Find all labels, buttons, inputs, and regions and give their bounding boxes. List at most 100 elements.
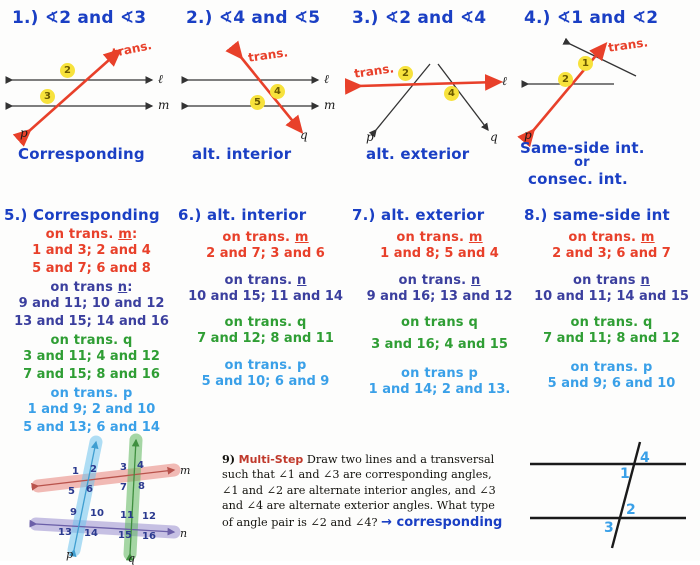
- question-9: 9) Multi-Step Draw two lines and a trans…: [222, 452, 507, 532]
- trans-line: p: [297, 357, 307, 373]
- pair-row: 5 and 9; 6 and 10: [547, 375, 676, 391]
- pair-row: 1 and 3; 2 and 4: [32, 243, 151, 258]
- angle-number: 10: [90, 508, 104, 519]
- trans-pre: on trans.: [398, 272, 472, 288]
- pair-row: 3 and 11; 4 and 12: [23, 349, 160, 365]
- angle-badge-2: 2: [558, 72, 573, 87]
- pair-row: 2 and 3; 6 and 7: [552, 246, 671, 261]
- pair-row: 2 and 7; 3 and 6: [206, 246, 325, 261]
- trans-pre: on trans.: [50, 333, 124, 349]
- trans-pre: on trans: [573, 272, 641, 288]
- pair-row: 1 and 8; 5 and 4: [380, 246, 499, 261]
- angle-badge-5: 5: [250, 95, 265, 110]
- line-label-p: p: [20, 126, 28, 140]
- problem-3-figure: 2 4 ℓ p q trans.: [344, 42, 516, 144]
- answer-list-8-heading: 8.) same-side int: [524, 206, 670, 224]
- pair-row: 7 and 12; 8 and 11: [197, 331, 334, 347]
- problem-1-answer: Corresponding: [18, 145, 145, 163]
- angle-number: 1: [72, 466, 79, 477]
- answer-angle-number-3: 3: [604, 520, 614, 536]
- question-9-answer: → corresponding: [381, 514, 503, 530]
- problem-2-prompt: 2.) ∢4 and ∢5: [186, 8, 321, 28]
- pair-row: 7 and 11; 8 and 12: [543, 331, 680, 347]
- answer-list-5-heading: 5.) Corresponding: [4, 206, 160, 224]
- multi-step-tag: Multi-Step: [238, 453, 304, 466]
- trans-pre: on trans: [50, 280, 118, 296]
- pair-row: 13 and 15; 14 and 16: [14, 313, 169, 329]
- trans-pre: on trans.: [570, 359, 644, 375]
- trans-post: :: [131, 227, 138, 242]
- pair-row: 7 and 15; 8 and 16: [23, 366, 160, 382]
- trans-pre: on trans.: [396, 230, 469, 245]
- angle-badge-2: 2: [398, 66, 413, 81]
- angle-number: 9: [70, 507, 77, 518]
- answer-angle-number-4: 4: [640, 450, 650, 466]
- pair-row: 5 and 10; 6 and 9: [201, 373, 330, 389]
- answer-list-8: 8.) same-side int on trans. m 2 and 3; 6…: [524, 206, 699, 392]
- trans-label-n: on trans. n: [178, 273, 353, 288]
- line-label-l: ℓ: [158, 72, 163, 86]
- angle-number: 14: [84, 528, 98, 539]
- problem-1-prompt: 1.) ∢2 and ∢3: [12, 8, 147, 28]
- trans-pre: on trans.: [224, 315, 298, 331]
- trans-line: m: [294, 230, 309, 245]
- trans-label-q: on trans. q: [178, 315, 353, 330]
- line-label-q: q: [490, 130, 498, 144]
- trans-line: m: [118, 227, 132, 242]
- trans-line: q: [297, 315, 307, 331]
- line-label-l: ℓ: [502, 74, 507, 88]
- trans-label-m: on trans. m: [178, 230, 353, 245]
- trans-pre: on trans: [401, 315, 469, 331]
- line-label-m: m: [158, 98, 170, 112]
- sixteen-angle-figure: 1 2 3 4 5 6 7 8 9 10 11 12 13 14 15 16 m…: [22, 428, 212, 565]
- answer-angle-number-1: 1: [620, 466, 630, 482]
- trans-pre: on trans.: [222, 230, 295, 245]
- answer-list-6-heading: 6.) alt. interior: [178, 206, 307, 224]
- angle-badge-1: 1: [578, 56, 593, 71]
- line-label-m: m: [180, 464, 191, 477]
- trans-label-m: on trans. m:: [4, 227, 179, 242]
- answer-list-6: 6.) alt. interior on trans. m 2 and 7; 3…: [178, 206, 353, 390]
- trans-line: n: [117, 280, 128, 296]
- line-label-n: n: [180, 527, 188, 540]
- problem-3-prompt: 3.) ∢2 and ∢4: [352, 8, 487, 28]
- trans-line: p: [123, 386, 133, 402]
- angle-number: 4: [137, 460, 144, 471]
- line-label-m: m: [324, 98, 336, 112]
- angle-badge-4: 4: [444, 86, 459, 101]
- pair-row: 5 and 7; 6 and 8: [32, 260, 151, 276]
- trans-label-q: on trans. q: [524, 315, 699, 330]
- angle-number: 16: [142, 531, 156, 542]
- angle-number: 12: [142, 511, 156, 522]
- answer-list-7: 7.) alt. exterior on trans. m 1 and 8; 5…: [352, 206, 527, 398]
- trans-pre: on trans.: [224, 357, 298, 373]
- trans-line: n: [471, 272, 481, 288]
- question-9-number: 9): [222, 452, 236, 466]
- line-label-q: q: [128, 552, 136, 565]
- pair-row: 9 and 11; 10 and 12: [18, 296, 165, 312]
- worksheet-page: 1.) ∢2 and ∢3 2 3 ℓ m p trans. Correspon…: [0, 0, 700, 565]
- trans-label-p: on trans p: [352, 366, 527, 381]
- trans-pre: on trans.: [45, 227, 119, 242]
- trans-line: p: [468, 365, 478, 381]
- problem-3: 3.) ∢2 and ∢4 2 4 ℓ p q trans. alt. exte…: [344, 0, 516, 200]
- angle-number: 15: [118, 530, 132, 541]
- trans-line: n: [297, 272, 307, 288]
- pair-row: 3 and 16; 4 and 15: [371, 337, 508, 353]
- pair-row: 10 and 11; 14 and 15: [534, 288, 689, 304]
- trans-label-q: on trans. q: [4, 333, 179, 348]
- problem-4-answer-line3: consec. int.: [528, 170, 628, 188]
- trans-label-p: on trans. p: [524, 360, 699, 375]
- trans-pre: on trans: [401, 365, 469, 381]
- pair-row: 1 and 9; 2 and 10: [27, 402, 156, 418]
- problem-2-figure: 4 5 ℓ m q trans.: [178, 38, 348, 142]
- trans-pre: on trans.: [50, 386, 124, 402]
- trans-pre: on trans.: [570, 315, 644, 331]
- trans-label-n: on trans n: [524, 273, 699, 288]
- angle-number: 6: [86, 484, 93, 495]
- pair-row: 1 and 14; 2 and 13.: [368, 381, 511, 397]
- angle-number: 11: [120, 510, 134, 521]
- angle-badge-3: 3: [40, 89, 55, 104]
- trans-line: p: [643, 359, 653, 375]
- angle-number: 5: [68, 486, 75, 497]
